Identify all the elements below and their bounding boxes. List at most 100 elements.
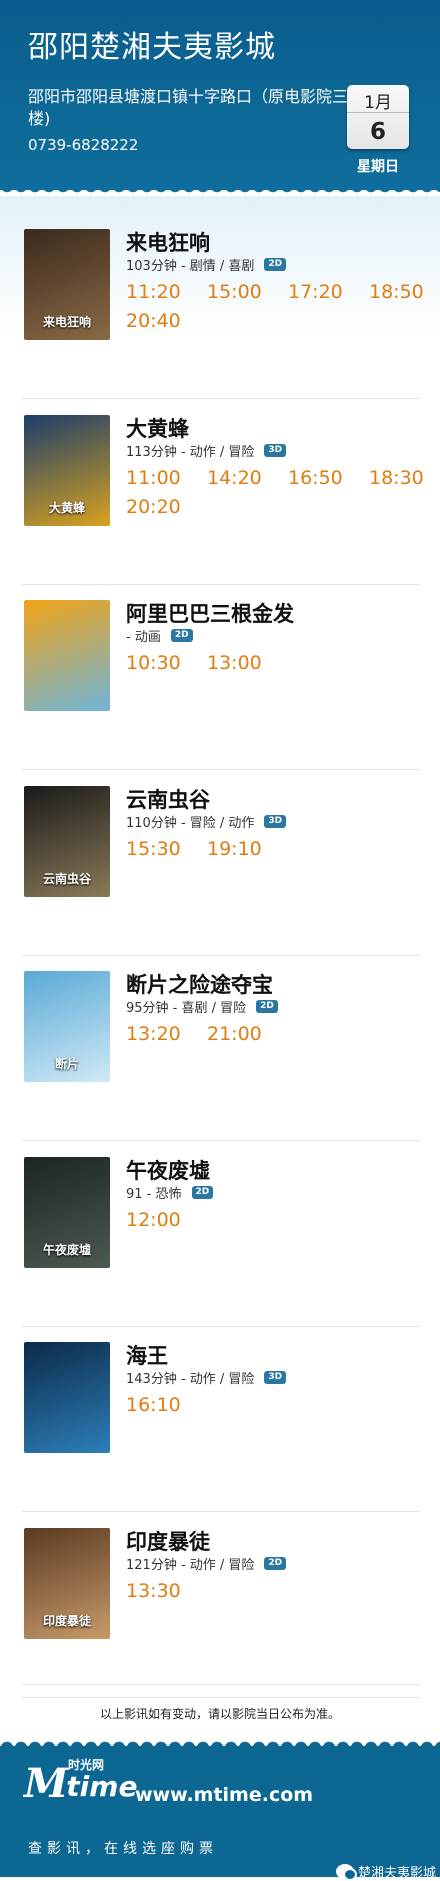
showtime[interactable]: 13:30 (126, 1580, 181, 1602)
movie-duration-genre: 110分钟 - 冒险 / 动作 (126, 815, 255, 831)
movie-poster[interactable] (24, 600, 110, 711)
movie-item[interactable]: 来电狂响 来电狂响 103分钟 - 剧情 / 喜剧 2D 11:20 15:00 17:20… (22, 215, 424, 399)
wechat-account: 楚湘夫夷影城 (336, 1862, 436, 1881)
logo-word: time (66, 1770, 138, 1803)
poster-text: 云南虫谷 (42, 871, 91, 886)
date-calendar: 1月 6 (347, 85, 409, 149)
movie-poster[interactable]: 午夜废墟 (24, 1156, 110, 1268)
movie-divider (22, 1511, 420, 1512)
showtime[interactable]: 20:40 (126, 310, 181, 332)
movie-duration-genre: 143分钟 - 动作 / 冒险 (126, 1372, 255, 1387)
showtime-list: 13:20 21:00 (126, 1023, 426, 1045)
date-weekday: 星期日 (357, 159, 399, 175)
movie-duration-genre: 91 - 恐怖 (126, 1186, 182, 1202)
movie-title[interactable]: 阿里巴巴三根金发 (126, 598, 294, 628)
footer: M time 时光网 www.mtime.com 查影讯，在线选座购票 楚湘夫夷… (0, 1746, 440, 1881)
movie-meta: 121分钟 - 动作 / 冒险 2D (126, 1554, 287, 1573)
showtime[interactable]: 13:00 (207, 652, 262, 674)
movie-poster[interactable]: 来电狂响 (24, 229, 110, 340)
showtime[interactable]: 14:20 (207, 467, 262, 489)
movie-item[interactable]: 阿里巴巴三根金发 - 动画 2D 10:30 13:00 (22, 586, 420, 770)
showtime[interactable]: 15:00 (207, 281, 262, 303)
cinema-phone: 0739-6828222 (28, 136, 139, 154)
movie-duration-genre: - 动画 (126, 630, 161, 645)
movie-item[interactable]: 海王 143分钟 - 动作 / 冒险 3D 16:10 (22, 1328, 420, 1512)
movie-duration-genre: 121分钟 - 动作 / 冒险 (126, 1557, 255, 1573)
header-scallop-edge (0, 186, 440, 196)
movie-item[interactable]: 云南虫谷 云南虫谷 110分钟 - 冒险 / 动作 3D 15:30 19:10 (22, 772, 420, 956)
showtime[interactable]: 15:30 (126, 838, 181, 860)
showtime[interactable]: 19:10 (207, 838, 262, 860)
format-badge: 3D (264, 814, 287, 828)
movie-title[interactable]: 云南虫谷 (126, 784, 210, 814)
movie-duration-genre: 95分钟 - 喜剧 / 冒险 (126, 1001, 247, 1016)
movie-divider (22, 583, 420, 585)
showtime-list: 11:00 14:20 16:50 18:30 20:20 (126, 467, 426, 518)
movie-poster[interactable] (24, 1342, 110, 1453)
showtime[interactable]: 12:00 (126, 1209, 181, 1231)
format-badge: 2D (191, 1185, 214, 1199)
showtime[interactable]: 17:20 (288, 281, 343, 303)
movie-divider (22, 398, 420, 399)
movie-meta: 103分钟 - 剧情 / 喜剧 2D (126, 255, 287, 274)
showtime[interactable]: 18:30 (369, 467, 424, 489)
movie-poster[interactable]: 印度暴徒 (24, 1527, 110, 1639)
logo-m: M (24, 1760, 69, 1807)
format-badge: 2D (264, 258, 287, 271)
movie-title[interactable]: 断片之险途夺宝 (126, 969, 273, 999)
movie-poster[interactable]: 大黄蜂 (24, 414, 110, 526)
showtime[interactable]: 16:10 (126, 1394, 181, 1416)
movie-duration-genre: 103分钟 - 剧情 / 喜剧 (126, 259, 255, 274)
movie-title[interactable]: 午夜废墟 (126, 1155, 210, 1185)
poster-text: 来电狂响 (42, 315, 91, 329)
showtime-list: 15:30 19:10 (126, 838, 426, 860)
wechat-account-name: 楚湘夫夷影城 (358, 1866, 437, 1881)
poster-text: 印度暴徒 (42, 1613, 91, 1628)
showtime[interactable]: 20:20 (126, 496, 181, 518)
showtime[interactable]: 10:30 (126, 652, 181, 674)
movie-meta: 91 - 恐怖 2D (126, 1183, 214, 1202)
movie-title[interactable]: 印度暴徒 (126, 1526, 210, 1556)
showtime[interactable]: 18:50 (369, 281, 424, 303)
cinema-name: 邵阳楚湘夫夷影城 (28, 30, 276, 65)
showtime[interactable]: 16:50 (288, 467, 343, 489)
format-badge: 2D (264, 1556, 287, 1570)
movie-title[interactable]: 大黄蜂 (126, 413, 189, 443)
movie-item[interactable]: 午夜废墟 午夜废墟 91 - 恐怖 2D 12:00 (22, 1143, 420, 1327)
format-badge: 3D (264, 1371, 287, 1384)
movie-title[interactable]: 海王 (126, 1340, 168, 1370)
cinema-address: 邵阳市邵阳县塘渡口镇十字路口（原电影院三楼) (28, 87, 349, 128)
site-url[interactable]: www.mtime.com (135, 1784, 313, 1806)
movie-meta: - 动画 2D (126, 626, 193, 645)
movie-meta: 110分钟 - 冒险 / 动作 3D (126, 812, 287, 831)
movie-item[interactable]: 大黄蜂 大黄蜂 113分钟 - 动作 / 冒险 3D 11:00 14:20 16:50 18… (22, 401, 424, 585)
footer-slogan: 查影讯，在线选座购票 (28, 1841, 218, 1857)
showtime[interactable]: 11:00 (126, 467, 181, 489)
showtime[interactable]: 21:00 (207, 1023, 262, 1045)
movie-meta: 113分钟 - 动作 / 冒险 3D (126, 441, 287, 460)
movie-poster[interactable]: 云南虫谷 (24, 785, 110, 897)
showtime[interactable]: 11:20 (126, 281, 181, 303)
movie-poster[interactable]: 断片 (24, 971, 110, 1082)
format-badge: 2D (170, 629, 193, 642)
movie-item[interactable]: 断片 断片之险途夺宝 95分钟 - 喜剧 / 冒险 2D 13:20 21:00 (22, 957, 420, 1141)
movie-divider (22, 1696, 420, 1698)
logo-chinese: 时光网 (68, 1758, 105, 1772)
header: 邵阳楚湘夫夷影城 邵阳市邵阳县塘渡口镇十字路口（原电影院三楼) 0739-682… (0, 0, 440, 190)
showtime-list: 13:30 (126, 1580, 426, 1602)
format-badge: 3D (264, 443, 287, 457)
movie-divider (22, 954, 420, 956)
poster-text: 断片 (54, 1057, 79, 1071)
movie-duration-genre: 113分钟 - 动作 / 冒险 (126, 444, 255, 460)
movie-divider (22, 769, 420, 770)
schedule-notice: 以上影讯如有变动，请以影院当日公布为准。 (99, 1707, 340, 1721)
format-badge: 2D (256, 1000, 278, 1013)
movie-title[interactable]: 来电狂响 (126, 227, 210, 257)
showtime[interactable]: 13:20 (126, 1023, 181, 1045)
showtime-list: 16:10 (126, 1394, 426, 1416)
movie-item[interactable]: 印度暴徒 印度暴徒 121分钟 - 动作 / 冒险 2D 13:30 (22, 1514, 420, 1698)
showtime-list: 10:30 13:00 (126, 652, 426, 674)
movie-divider (22, 1325, 420, 1327)
poster-text: 午夜废墟 (42, 1242, 91, 1257)
mtime-logo[interactable]: M time 时光网 (24, 1758, 138, 1807)
